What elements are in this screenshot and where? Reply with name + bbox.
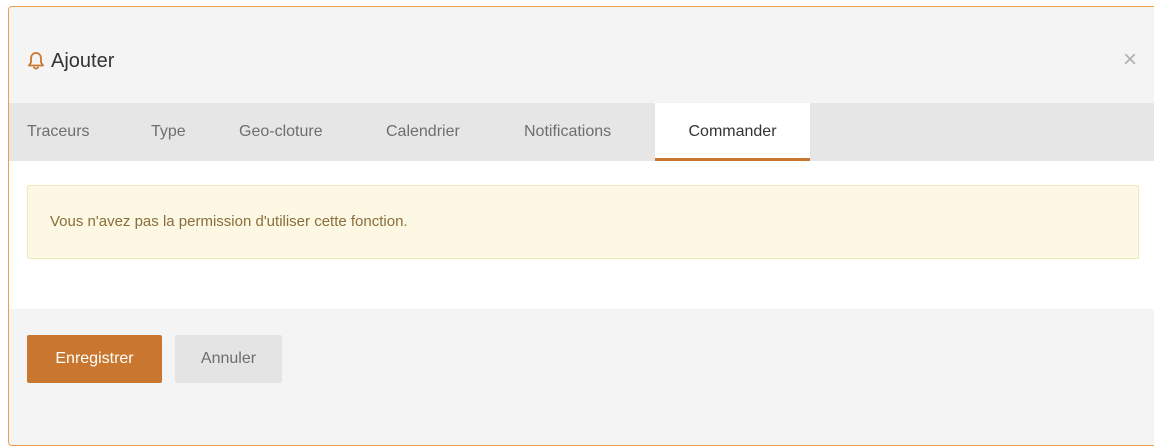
cancel-button[interactable]: Annuler: [175, 335, 282, 383]
dialog-title: Ajouter: [27, 49, 114, 73]
bell-icon: [27, 51, 45, 71]
add-dialog: Ajouter × Traceurs Type Geo-cloture Cale…: [8, 6, 1154, 446]
tab-commander[interactable]: Commander: [655, 103, 810, 161]
tab-traceurs[interactable]: Traceurs: [27, 103, 90, 161]
save-button[interactable]: Enregistrer: [27, 335, 162, 383]
dialog-header: Ajouter ×: [9, 7, 1154, 103]
dialog-title-text: Ajouter: [51, 50, 115, 72]
tab-bar: Traceurs Type Geo-cloture Calendrier Not…: [9, 103, 1154, 161]
tab-notifications[interactable]: Notifications: [524, 103, 611, 161]
tab-geo-cloture[interactable]: Geo-cloture: [239, 103, 323, 161]
dialog-footer: Enregistrer Annuler: [9, 309, 1154, 419]
tab-calendrier[interactable]: Calendrier: [386, 103, 460, 161]
permission-warning-alert: Vous n'avez pas la permission d'utiliser…: [27, 185, 1139, 259]
dialog-body: Vous n'avez pas la permission d'utiliser…: [9, 161, 1154, 309]
close-button[interactable]: ×: [1119, 47, 1141, 73]
tab-type[interactable]: Type: [151, 103, 186, 161]
